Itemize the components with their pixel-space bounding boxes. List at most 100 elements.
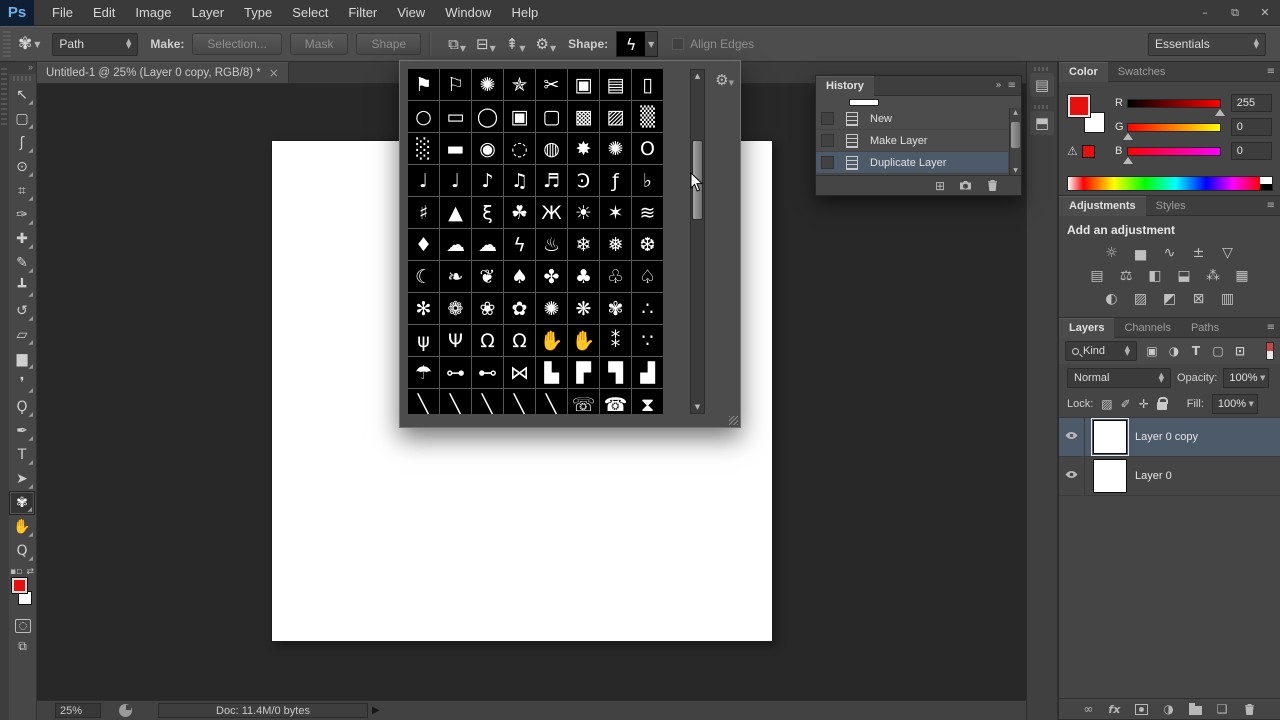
tab-color[interactable]: Color <box>1059 62 1108 82</box>
lock-image-pixels-icon[interactable]: ✐ <box>1121 397 1131 411</box>
blur-tool[interactable]: ❜◢ <box>9 371 35 395</box>
type-tool[interactable]: T◢ <box>9 443 35 467</box>
history-item[interactable]: Make Layer <box>816 130 1008 152</box>
shape-waving-flag[interactable]: ⚐ <box>440 69 471 100</box>
shape-beamed-notes[interactable]: ♫ <box>504 165 535 196</box>
shape-fire[interactable]: ♨ <box>536 229 567 260</box>
shape-eighth-note[interactable]: ♪ <box>472 165 503 196</box>
color-lookup-icon[interactable]: ▦ <box>1232 266 1252 285</box>
history-brush-well[interactable] <box>821 156 834 169</box>
shape-texture-strip[interactable]: ░ <box>408 133 439 164</box>
tab-adjustments[interactable]: Adjustments <box>1059 196 1146 216</box>
menu-item-help[interactable]: Help <box>501 5 548 20</box>
new-group-button[interactable] <box>1189 703 1202 715</box>
zoom-tool[interactable]: Q◢ <box>9 539 35 563</box>
layer-row[interactable]: Layer 0 <box>1059 457 1280 496</box>
shape-telephone-outline[interactable]: ☏ <box>568 389 599 414</box>
shape-grass[interactable]: ψ <box>408 325 439 356</box>
menu-item-filter[interactable]: Filter <box>338 5 387 20</box>
shape-puzzle-piece-4[interactable]: ▟ <box>632 357 663 388</box>
shape-filmstrip[interactable]: ▤ <box>600 69 631 100</box>
path-alignment-button[interactable]: ⊟▼ <box>476 35 496 53</box>
zoom-level-field[interactable]: 25% <box>55 703 101 718</box>
fill-field[interactable]: 100% ▼ <box>1212 394 1258 414</box>
crop-tool[interactable]: ⌗◢ <box>9 179 35 203</box>
new-layer-button[interactable]: ❑ <box>1217 702 1228 716</box>
shape-settings-button[interactable]: ⚙ ▼ <box>536 35 557 53</box>
filter-type-layers-icon[interactable]: T <box>1187 342 1205 360</box>
hand-tool[interactable]: ✋◢ <box>9 515 35 539</box>
filter-pixel-layers-icon[interactable]: ▣ <box>1143 342 1161 360</box>
scroll-down-arrow-icon[interactable]: ▼ <box>1010 167 1021 174</box>
shape-pencil-line-3[interactable]: ╲ <box>472 389 503 414</box>
scroll-down-arrow-icon[interactable]: ▼ <box>691 401 704 413</box>
gradient-map-icon[interactable]: ▥ <box>1218 289 1238 308</box>
new-adjustment-layer-button[interactable]: ◑ <box>1163 702 1173 716</box>
menu-item-type[interactable]: Type <box>234 5 282 20</box>
shape-daisy[interactable]: ❋ <box>568 293 599 324</box>
snapshot-thumbnail[interactable] <box>849 99 879 106</box>
spectrum-gradient[interactable] <box>1068 177 1260 190</box>
layer-style-fx-button[interactable]: fx <box>1108 703 1120 716</box>
shape-birch-leaf[interactable]: ♤ <box>632 261 663 292</box>
tab-history[interactable]: History <box>816 76 874 96</box>
shape-fern[interactable]: ξ <box>472 197 503 228</box>
shape-key[interactable]: ⊷ <box>472 357 503 388</box>
eraser-tool[interactable]: ▱◢ <box>9 323 35 347</box>
panel-menu-icon[interactable]: ≡ <box>1267 322 1275 333</box>
shape-pencil-line-5[interactable]: ╲ <box>536 389 567 414</box>
quick-mask-mode-button[interactable] <box>15 619 31 633</box>
shape-idea-sketch[interactable]: ✺ <box>600 133 631 164</box>
shape-starburst[interactable]: ✶ <box>600 197 631 228</box>
opacity-field[interactable]: 100% ▼ <box>1223 368 1269 388</box>
make-mask-button[interactable]: Mask <box>290 33 349 55</box>
shape-picker-scrollbar[interactable]: ▲ ▼ <box>690 69 705 414</box>
move-tool[interactable]: ↖◢ <box>9 83 35 107</box>
panel-menu-icon[interactable]: ≡ <box>1267 200 1275 211</box>
shape-picker-menu-button[interactable]: ⚙▼ <box>715 71 734 89</box>
tab-layers[interactable]: Layers <box>1059 318 1114 338</box>
lock-all-icon[interactable] <box>1157 402 1167 410</box>
shape-flower-1[interactable]: ✻ <box>408 293 439 324</box>
resize-grip[interactable] <box>729 416 738 425</box>
shape-rectangle-frame[interactable]: ▭ <box>440 101 471 132</box>
shape-pencil-line-1[interactable]: ╲ <box>408 389 439 414</box>
shape-open-hand-1[interactable]: ✋ <box>536 325 567 356</box>
screen-mode-button[interactable]: ⧉ <box>9 639 36 654</box>
shape-oak-leaf[interactable]: ♧ <box>600 261 631 292</box>
shape-cloud-outline[interactable]: ☁ <box>472 229 503 260</box>
lasso-tool[interactable]: ʃ◢ <box>9 131 35 155</box>
layer-row[interactable]: Layer 0 copy <box>1059 418 1280 457</box>
layer-filter-select[interactable]: Kind ▲▼ <box>1065 341 1137 361</box>
shape-light-bulb[interactable]: Ω <box>472 325 503 356</box>
shape-puzzle-piece-2[interactable]: ▛ <box>568 357 599 388</box>
collapsed-panel-info[interactable]: ⬒ <box>1030 111 1054 135</box>
layer-thumbnail[interactable] <box>1093 459 1127 493</box>
shape-grunge-ring-2[interactable]: ◍ <box>536 133 567 164</box>
shape-grunge-ring-1[interactable]: ◌ <box>504 133 535 164</box>
shape-telephone[interactable]: ☎ <box>600 389 631 414</box>
gradient-tool[interactable]: ▆◢ <box>9 347 35 371</box>
path-arrange-button[interactable]: ⇞▼ <box>506 35 526 53</box>
shape-half-note[interactable]: ♩ <box>408 165 439 196</box>
shape-seal[interactable]: ✺ <box>472 69 503 100</box>
shape-bass-clef[interactable]: Ͽ <box>568 165 599 196</box>
pen-tool[interactable]: ✒◢ <box>9 419 35 443</box>
panel-menu-icon[interactable]: ≡ <box>1267 66 1275 77</box>
close-tab-icon[interactable]: × <box>269 66 279 80</box>
slider-handle-icon[interactable] <box>1215 109 1225 116</box>
eyedropper-tool[interactable]: ✑◢ <box>9 203 35 227</box>
tool-preset-picker[interactable]: ✾ ▼ <box>14 32 44 56</box>
shape-maple-leaf-1[interactable]: ❦ <box>472 261 503 292</box>
shape-snowflake-3[interactable]: ❆ <box>632 229 663 260</box>
layer-visibility-toggle[interactable] <box>1059 418 1085 456</box>
shape-five-petal-flower[interactable]: ✿ <box>504 293 535 324</box>
lock-transparent-pixels-icon[interactable]: ▨ <box>1101 397 1112 411</box>
posterize-icon[interactable]: ▨ <box>1131 289 1151 308</box>
channel-slider[interactable] <box>1127 147 1220 156</box>
shape-scissors[interactable]: ✂ <box>536 69 567 100</box>
workspace-select[interactable]: Essentials ▲▼ <box>1148 33 1266 56</box>
exposure-icon[interactable]: ± <box>1189 243 1209 262</box>
shape-grunge-circle-dot[interactable]: ◉ <box>472 133 503 164</box>
shape-frame[interactable]: ▯ <box>632 69 663 100</box>
